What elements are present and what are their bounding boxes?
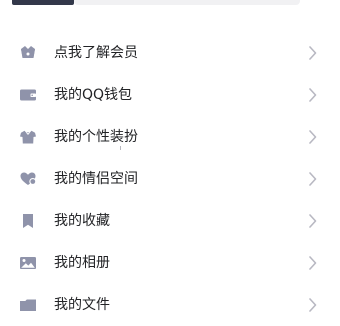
chevron-right-icon xyxy=(309,46,317,60)
menu-item-label: 点我了解会员 xyxy=(54,45,138,61)
top-partial-panel xyxy=(0,0,340,6)
wallet-icon xyxy=(19,87,37,103)
menu-item-label: 我的个性装扮 xyxy=(54,129,138,145)
profile-menu-list: 点我了解会员 我的QQ钱包 我的个性装扮 我的情侣空间 我的收藏 我的相册 我的… xyxy=(0,32,340,326)
chevron-right-icon xyxy=(309,130,317,144)
chevron-right-icon xyxy=(309,214,317,228)
chevron-right-icon xyxy=(309,256,317,270)
bookmark-icon xyxy=(19,213,37,229)
menu-item-vip[interactable]: 点我了解会员 xyxy=(0,32,340,74)
chevron-right-icon xyxy=(309,172,317,186)
menu-item-label: 我的相册 xyxy=(54,255,110,271)
menu-item-couple-space[interactable]: 我的情侣空间 xyxy=(0,158,340,200)
menu-item-label: 我的文件 xyxy=(54,297,110,313)
chevron-right-icon xyxy=(309,88,317,102)
menu-item-album[interactable]: 我的相册 xyxy=(0,242,340,284)
menu-item-label: 我的QQ钱包 xyxy=(54,87,133,103)
top-dark-tab xyxy=(12,0,74,5)
folder-icon xyxy=(19,297,37,313)
chevron-right-icon xyxy=(309,298,317,312)
menu-item-label: 我的收藏 xyxy=(54,213,110,229)
vip-basket-icon xyxy=(19,45,37,61)
menu-item-wallet[interactable]: 我的QQ钱包 xyxy=(0,74,340,116)
menu-item-label: 我的情侣空间 xyxy=(54,171,138,187)
menu-item-personal-style[interactable]: 我的个性装扮 xyxy=(0,116,340,158)
top-light-card xyxy=(74,0,300,5)
menu-item-files[interactable]: 我的文件 xyxy=(0,284,340,326)
menu-item-favorites[interactable]: 我的收藏 xyxy=(0,200,340,242)
heart-icon xyxy=(19,171,37,187)
text-cursor-mark xyxy=(120,146,121,150)
photo-icon xyxy=(19,255,37,271)
shirt-icon xyxy=(19,129,37,145)
